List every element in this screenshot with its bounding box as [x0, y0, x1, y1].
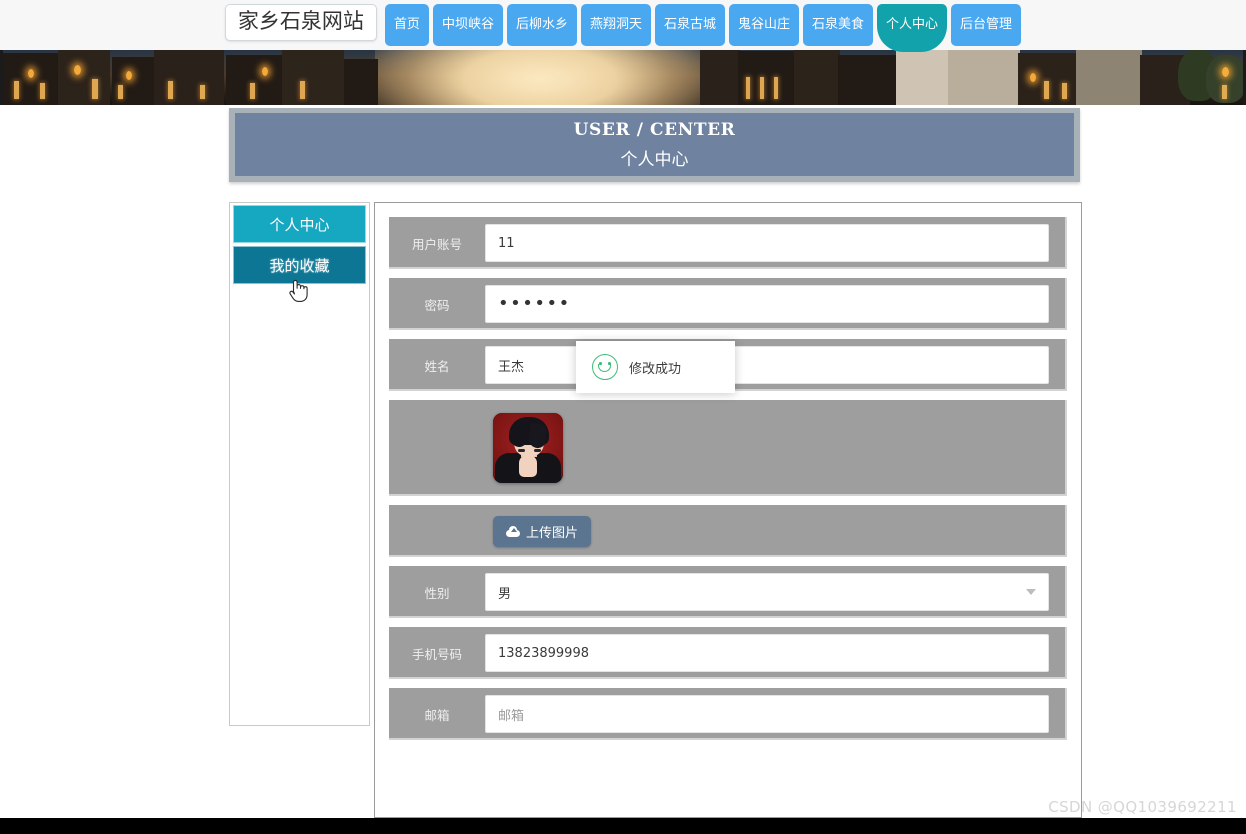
avatar-wrap: [493, 413, 563, 483]
page-title-english: USER / CENTER: [574, 120, 736, 140]
page-root: 家乡石泉网站 首页 中坝峡谷 后柳水乡 燕翔洞天 石泉古城 鬼谷山庄 石泉美食 …: [0, 0, 1246, 834]
nav-item-food[interactable]: 石泉美食: [803, 4, 873, 46]
banner-image: [0, 47, 1246, 105]
email-input-placeholder: 邮箱: [486, 705, 524, 724]
page-title-band-inner: USER / CENTER 个人中心: [235, 113, 1074, 176]
nav-item-home[interactable]: 首页: [385, 4, 429, 46]
watermark: CSDN @QQ1039692211: [1048, 798, 1237, 816]
password-input[interactable]: ••••••: [485, 285, 1049, 323]
upload-image-button[interactable]: 上传图片: [493, 516, 591, 547]
sidebar-item-user-center[interactable]: 个人中心: [233, 205, 366, 243]
nav-item-shiquan-old-city[interactable]: 石泉古城: [655, 4, 725, 46]
sidebar: 个人中心 我的收藏: [229, 202, 370, 726]
sidebar-item-my-favorites[interactable]: 我的收藏: [233, 246, 366, 284]
field-label-phone: 手机号码: [389, 644, 485, 663]
nav-item-admin[interactable]: 后台管理: [951, 4, 1021, 46]
account-input-value: 11: [486, 236, 515, 251]
page-edge-left: [0, 47, 3, 105]
phone-input[interactable]: 13823899998: [485, 634, 1049, 672]
form-row-password: 密码 ••••••: [389, 278, 1067, 330]
avatar[interactable]: [493, 413, 563, 483]
nav-item-houliu[interactable]: 后柳水乡: [507, 4, 577, 46]
name-input[interactable]: 王杰: [485, 346, 1049, 384]
nav-item-yanxiang[interactable]: 燕翔洞天: [581, 4, 651, 46]
nav-item-user-center[interactable]: 个人中心: [877, 4, 947, 52]
banner-glow-core: [375, 47, 705, 105]
form-row-gender: 性别 男: [389, 566, 1067, 618]
profile-form-panel: 用户账号 11 密码 •••••• 姓名 王杰: [374, 202, 1082, 818]
form-row-account: 用户账号 11: [389, 217, 1067, 269]
field-label-gender: 性别: [389, 583, 485, 602]
field-label-password: 密码: [389, 295, 485, 314]
nav-inner: 家乡石泉网站 首页 中坝峡谷 后柳水乡 燕翔洞天 石泉古城 鬼谷山庄 石泉美食 …: [225, 0, 1021, 52]
page-title-chinese: 个人中心: [621, 145, 689, 170]
upload-image-button-label: 上传图片: [526, 522, 578, 541]
gender-select-value: 男: [486, 583, 511, 602]
form-row-upload: 上传图片: [389, 505, 1067, 557]
sidebar-item-label: 我的收藏: [269, 255, 329, 276]
account-input[interactable]: 11: [485, 224, 1049, 262]
phone-input-value: 13823899998: [486, 646, 589, 661]
smiley-icon: [592, 354, 618, 380]
field-label-account: 用户账号: [389, 234, 485, 253]
name-input-value: 王杰: [486, 356, 524, 375]
toast-notification: 修改成功: [576, 341, 735, 393]
page-title-band: USER / CENTER 个人中心: [229, 108, 1080, 182]
email-input[interactable]: 邮箱: [485, 695, 1049, 733]
form-row-email: 邮箱 邮箱: [389, 688, 1067, 740]
site-brand[interactable]: 家乡石泉网站: [225, 4, 377, 41]
toast-message: 修改成功: [629, 358, 681, 377]
top-navigation: 家乡石泉网站 首页 中坝峡谷 后柳水乡 燕翔洞天 石泉古城 鬼谷山庄 石泉美食 …: [0, 0, 1246, 50]
gender-select[interactable]: 男: [485, 573, 1049, 611]
bottom-black-bar: [0, 818, 1246, 834]
field-label-name: 姓名: [389, 356, 485, 375]
chevron-down-icon[interactable]: [1026, 589, 1036, 595]
form-row-avatar: [389, 400, 1067, 496]
field-label-email: 邮箱: [389, 705, 485, 724]
nav-item-zhongba[interactable]: 中坝峡谷: [433, 4, 503, 46]
sidebar-item-label: 个人中心: [269, 214, 329, 235]
form-row-phone: 手机号码 13823899998: [389, 627, 1067, 679]
nav-item-guigu[interactable]: 鬼谷山庄: [729, 4, 799, 46]
cloud-upload-icon: [506, 526, 520, 537]
password-input-value: ••••••: [486, 295, 571, 313]
